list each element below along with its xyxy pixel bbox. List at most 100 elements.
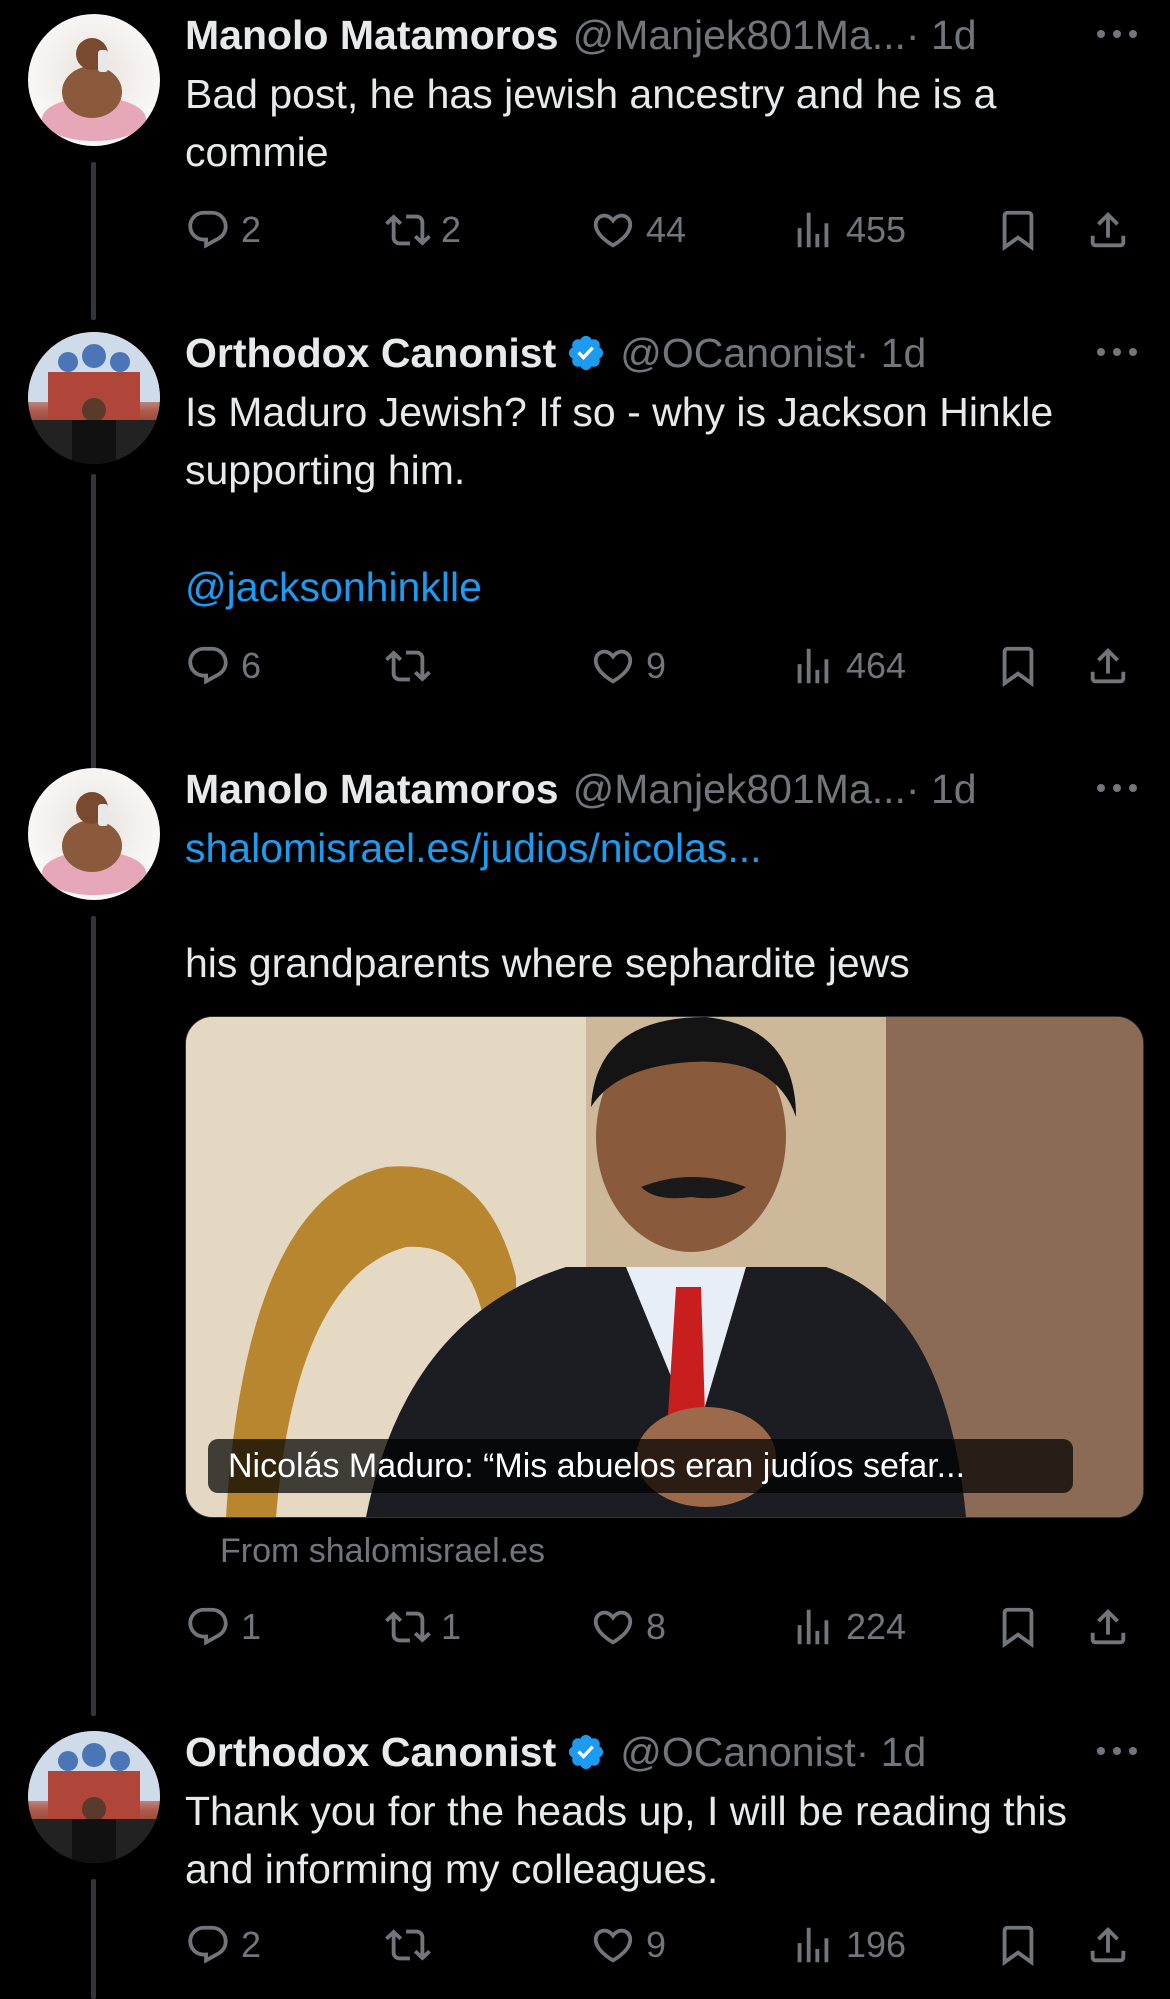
tweet-1[interactable]: Manolo Matamoros @Manjek801Ma... · 1d Ba… [0,0,1170,320]
thread-line [91,1879,96,1999]
tweet-header: Manolo Matamoros @Manjek801Ma... · 1d [185,762,1150,816]
tweet-3[interactable]: Manolo Matamoros @Manjek801Ma... · 1d sh… [0,754,1170,1716]
repost-count: 1 [441,1606,462,1647]
views-button[interactable]: 196 [790,1915,906,1975]
display-name[interactable]: Manolo Matamoros [185,8,559,62]
repost-icon [385,207,431,253]
bookmark-button[interactable] [995,1597,1051,1657]
share-icon [1085,207,1131,253]
more-options-icon[interactable] [1094,778,1140,798]
reply-button[interactable]: 6 [185,636,261,696]
handle[interactable]: @Manjek801Ma... [573,762,906,816]
external-link[interactable]: shalomisrael.es/judios/nicolas... [185,819,1130,877]
like-count: 44 [646,209,687,250]
reply-button[interactable]: 1 [185,1597,261,1657]
like-count: 9 [646,645,667,686]
like-button[interactable]: 9 [590,1915,666,1975]
action-bar: 6 9 464 [185,636,1150,696]
bookmark-icon [995,1604,1041,1650]
tweet-text: his grandparents where sephardite jews [185,940,910,986]
views-button[interactable]: 464 [790,636,906,696]
share-icon [1085,643,1131,689]
reply-count: 6 [241,645,262,686]
like-count: 8 [646,1606,667,1647]
avatar[interactable] [28,14,160,146]
share-icon [1085,1922,1131,1968]
bookmark-icon [995,643,1041,689]
display-name[interactable]: Orthodox Canonist [185,1725,556,1779]
timestamp[interactable]: · 1d [906,762,977,816]
view-count: 455 [846,209,907,250]
action-bar: 2 2 44 455 [185,200,1150,260]
reply-count: 1 [241,1606,262,1647]
repost-icon [385,1922,431,1968]
tweet-text: Thank you for the heads up, I will be re… [185,1788,1079,1892]
views-button[interactable]: 455 [790,200,906,260]
heart-icon [590,1922,636,1968]
repost-button[interactable]: 1 [385,1597,461,1657]
tweet-text: Is Maduro Jewish? If so - why is Jackson… [185,389,1065,493]
reply-button[interactable]: 2 [185,1915,261,1975]
avatar[interactable] [28,1731,160,1863]
repost-button[interactable]: 2 [385,200,461,260]
tweet-header: Orthodox Canonist @OCanonist · 1d [185,326,1150,380]
tweet-4[interactable]: Orthodox Canonist @OCanonist · 1d Thank … [0,1717,1170,1999]
more-options-icon[interactable] [1094,24,1140,44]
display-name[interactable]: Manolo Matamoros [185,762,559,816]
repost-count: 2 [441,209,462,250]
views-button[interactable]: 224 [790,1597,906,1657]
thread-line [91,162,96,320]
share-button[interactable] [1085,636,1141,696]
tweet-2[interactable]: Orthodox Canonist @OCanonist · 1d Is Mad… [0,318,1170,774]
reply-count: 2 [241,1924,262,1965]
reply-icon [185,1604,231,1650]
share-button[interactable] [1085,200,1141,260]
reply-count: 2 [241,209,262,250]
repost-icon [385,643,431,689]
views-chart-icon [790,1922,836,1968]
bookmark-button[interactable] [995,1915,1051,1975]
handle[interactable]: @Manjek801Ma... [573,8,906,62]
timestamp[interactable]: · 1d [856,326,927,380]
heart-icon [590,643,636,689]
display-name[interactable]: Orthodox Canonist [185,326,556,380]
avatar[interactable] [28,332,160,464]
action-bar: 2 9 196 [185,1915,1150,1975]
verified-badge-icon[interactable] [566,1732,606,1772]
more-options-icon[interactable] [1094,1741,1140,1761]
like-button[interactable]: 44 [590,200,686,260]
timestamp[interactable]: · 1d [906,8,977,62]
share-button[interactable] [1085,1597,1141,1657]
link-preview-card[interactable]: Nicolás Maduro: “Mis abuelos eran judíos… [185,1016,1144,1518]
reply-icon [185,1922,231,1968]
views-chart-icon [790,1604,836,1650]
bookmark-button[interactable] [995,636,1051,696]
handle[interactable]: @OCanonist [620,326,855,380]
like-button[interactable]: 8 [590,1597,666,1657]
share-icon [1085,1604,1131,1650]
like-button[interactable]: 9 [590,636,666,696]
share-button[interactable] [1085,1915,1141,1975]
card-title: Nicolás Maduro: “Mis abuelos eran judíos… [208,1439,1073,1493]
thread-line [91,474,96,774]
reply-button[interactable]: 2 [185,200,261,260]
reply-icon [185,643,231,689]
repost-button[interactable] [385,1915,441,1975]
bookmark-icon [995,207,1041,253]
views-chart-icon [790,643,836,689]
mention-link[interactable]: @jacksonhinklle [185,558,1130,616]
bookmark-icon [995,1922,1041,1968]
timestamp[interactable]: · 1d [856,1725,927,1779]
bookmark-button[interactable] [995,200,1051,260]
tweet-header: Manolo Matamoros @Manjek801Ma... · 1d [185,8,1150,62]
repost-button[interactable] [385,636,441,696]
reply-icon [185,207,231,253]
heart-icon [590,207,636,253]
views-chart-icon [790,207,836,253]
card-source[interactable]: From shalomisrael.es [220,1532,545,1571]
view-count: 464 [846,645,907,686]
handle[interactable]: @OCanonist [620,1725,855,1779]
more-options-icon[interactable] [1094,342,1140,362]
avatar[interactable] [28,768,160,900]
verified-badge-icon[interactable] [566,333,606,373]
